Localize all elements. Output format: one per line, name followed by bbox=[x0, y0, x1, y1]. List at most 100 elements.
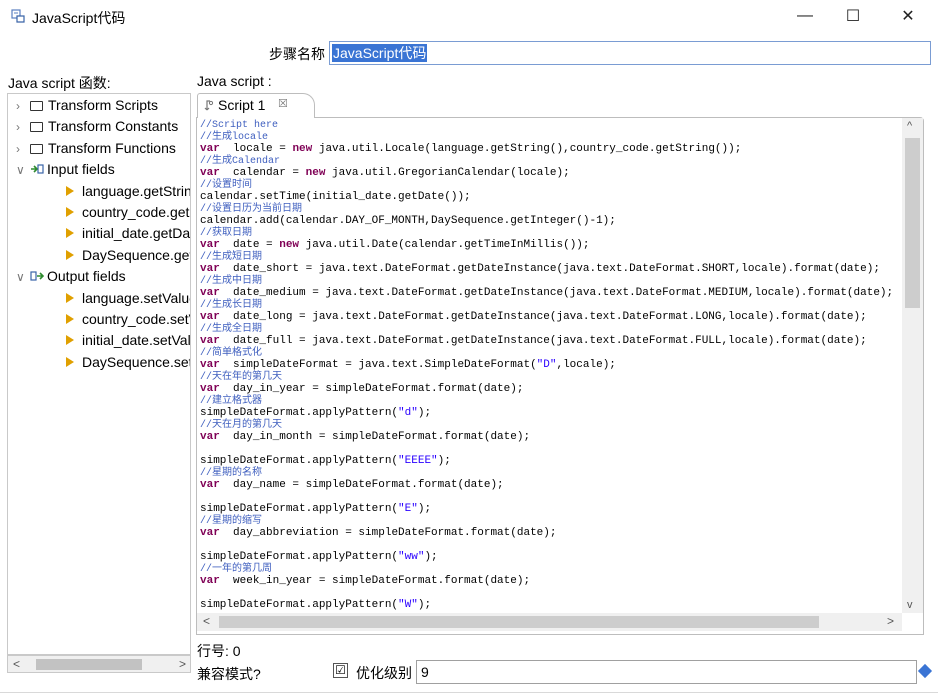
tree-item-label: Transform Functions bbox=[48, 139, 176, 156]
tree-item-field[interactable]: language.getString() bbox=[66, 181, 191, 202]
optimize-level-input[interactable]: 9 bbox=[416, 660, 917, 684]
chevron-right-icon[interactable]: › bbox=[16, 117, 26, 138]
field-arrow-icon bbox=[66, 228, 74, 239]
code-token: date_short = java.text.DateFormat.getDat… bbox=[219, 263, 880, 275]
code-line: var simpleDateFormat = java.text.SimpleD… bbox=[200, 359, 900, 371]
tree-item-field[interactable]: DaySequence.setValue() bbox=[66, 352, 190, 373]
tree-item-folder[interactable]: › Transform Functions bbox=[16, 138, 176, 159]
scroll-right-icon[interactable]: > bbox=[887, 613, 894, 630]
code-token: //设置时间 bbox=[200, 180, 253, 191]
code-token: calendar.setTime(initial_date.getDate())… bbox=[200, 191, 471, 203]
code-line: var date_medium = java.text.DateFormat.g… bbox=[200, 287, 900, 299]
tab-close-icon[interactable]: ☒ bbox=[278, 97, 288, 110]
output-fields-icon bbox=[30, 271, 44, 281]
code-line: //天在年的第几天 bbox=[200, 371, 900, 383]
code-line: //星期的名称 bbox=[200, 467, 900, 479]
tree-item-label: Input fields bbox=[47, 161, 115, 178]
code-line: simpleDateFormat.applyPattern("d"); bbox=[200, 407, 900, 419]
code-token: var bbox=[200, 575, 220, 587]
chevron-right-icon[interactable]: › bbox=[16, 139, 26, 160]
scroll-down-icon[interactable]: v bbox=[907, 599, 913, 611]
tree-item-label: language.setValue() bbox=[82, 289, 190, 306]
code-token: //一年的第几周 bbox=[200, 564, 273, 575]
tree-item-field[interactable]: initial_date.setValue() bbox=[66, 330, 190, 351]
code-token: ); bbox=[417, 503, 432, 515]
tree-item-field[interactable]: language.setValue() bbox=[66, 288, 190, 309]
code-token: //获取日期 bbox=[200, 228, 253, 239]
close-button[interactable]: ✕ bbox=[885, 0, 931, 32]
tree-item-field[interactable]: DaySequence.getInteger() bbox=[66, 245, 190, 266]
scroll-thumb[interactable] bbox=[905, 138, 920, 308]
tree-item-folder[interactable]: › Transform Scripts bbox=[16, 95, 158, 116]
tree-item-label: country_code.getString() bbox=[82, 204, 190, 220]
tree-item-label: initial_date.getDate() bbox=[82, 225, 191, 242]
code-token: date_full = java.text.DateFormat.getDate… bbox=[219, 335, 867, 347]
functions-tree[interactable]: › Transform Scripts › Transform Constants › T… bbox=[7, 93, 191, 655]
code-line: //获取日期 bbox=[200, 227, 900, 239]
field-arrow-icon bbox=[66, 356, 74, 367]
code-token: java.util.GregorianCalendar(locale); bbox=[325, 167, 570, 179]
scroll-up-icon[interactable]: ^ bbox=[907, 120, 912, 132]
scroll-thumb[interactable] bbox=[36, 659, 142, 670]
minimize-button[interactable]: — bbox=[782, 0, 828, 32]
tree-item-label: country_code.setValue() bbox=[82, 311, 190, 327]
code-token: day_in_year = simpleDateFormat.format(da… bbox=[219, 383, 524, 395]
code-token: "EEEE" bbox=[398, 455, 438, 467]
chevron-right-icon[interactable]: › bbox=[16, 96, 26, 117]
code-line: //生成短日期 bbox=[200, 251, 900, 263]
scroll-left-icon[interactable]: < bbox=[13, 656, 20, 672]
code-line: //Script here bbox=[200, 119, 900, 131]
tree-item-field[interactable]: country_code.setValue() bbox=[66, 309, 190, 330]
variable-diamond-icon[interactable] bbox=[917, 663, 933, 679]
compat-mode-label: 兼容模式? bbox=[197, 666, 261, 682]
scroll-thumb[interactable] bbox=[219, 616, 819, 628]
code-token: new bbox=[305, 167, 326, 179]
line-number: 行号: 0 bbox=[197, 643, 241, 659]
code-token: //天在年的第几天 bbox=[200, 372, 283, 383]
tree-item-field[interactable]: country_code.getString() bbox=[66, 202, 190, 223]
editor-vertical-scrollbar[interactable]: ^ v bbox=[902, 118, 923, 613]
code-line: calendar.setTime(initial_date.getDate())… bbox=[200, 191, 900, 203]
tree-item-output[interactable]: ∨ Output fields bbox=[16, 266, 126, 287]
scroll-left-icon[interactable]: < bbox=[203, 613, 210, 630]
code-token: "d" bbox=[398, 407, 418, 419]
chevron-down-icon[interactable]: ∨ bbox=[16, 267, 26, 288]
tree-item-field[interactable]: initial_date.getDate() bbox=[66, 223, 191, 244]
tree-item-input[interactable]: ∨ Input fields bbox=[16, 159, 115, 180]
code-line: var week_in_year = simpleDateFormat.form… bbox=[200, 575, 900, 587]
code-line: var date_short = java.text.DateFormat.ge… bbox=[200, 263, 900, 275]
optimize-checkbox[interactable]: ☑ bbox=[333, 663, 348, 678]
code-token: //简单格式化 bbox=[200, 348, 263, 359]
code-line: //生成中日期 bbox=[200, 275, 900, 287]
chevron-down-icon[interactable]: ∨ bbox=[16, 160, 26, 181]
tree-horizontal-scrollbar[interactable]: < > bbox=[7, 655, 191, 673]
code-token: //建立格式器 bbox=[200, 396, 263, 407]
code-line: //一年的第几周 bbox=[200, 563, 900, 575]
code-line: //生成locale bbox=[200, 131, 900, 143]
field-arrow-icon bbox=[66, 292, 74, 303]
code-token: //生成短日期 bbox=[200, 252, 263, 263]
tree-item-label: language.getString() bbox=[82, 182, 191, 199]
minimize-icon: — bbox=[797, 7, 813, 24]
code-token: var bbox=[200, 287, 220, 299]
code-token: ); bbox=[417, 407, 432, 419]
tab-script-1[interactable]: Script 1 ☒ bbox=[197, 93, 315, 118]
tree-item-label: DaySequence.setValue() bbox=[82, 353, 190, 370]
editor-horizontal-scrollbar[interactable]: < > bbox=[197, 613, 902, 631]
optimize-level-label: 优化级别 bbox=[356, 665, 412, 681]
code-token: //生成长日期 bbox=[200, 300, 263, 311]
maximize-button[interactable]: ☐ bbox=[830, 0, 876, 32]
code-token: ); bbox=[417, 599, 432, 611]
step-name-input[interactable]: JavaScript代码 bbox=[329, 41, 931, 65]
scroll-right-icon[interactable]: > bbox=[179, 656, 186, 672]
code-line: simpleDateFormat.applyPattern("E"); bbox=[200, 503, 900, 515]
script-code-editor[interactable]: //Script here//生成locale var locale = new … bbox=[200, 119, 900, 613]
code-line: var day_in_year = simpleDateFormat.forma… bbox=[200, 383, 900, 395]
code-token: "W" bbox=[398, 599, 418, 611]
tree-item-folder[interactable]: › Transform Constants bbox=[16, 116, 178, 137]
code-token: ,locale); bbox=[556, 359, 616, 371]
tree-item-label: DaySequence.getInteger() bbox=[82, 246, 190, 263]
